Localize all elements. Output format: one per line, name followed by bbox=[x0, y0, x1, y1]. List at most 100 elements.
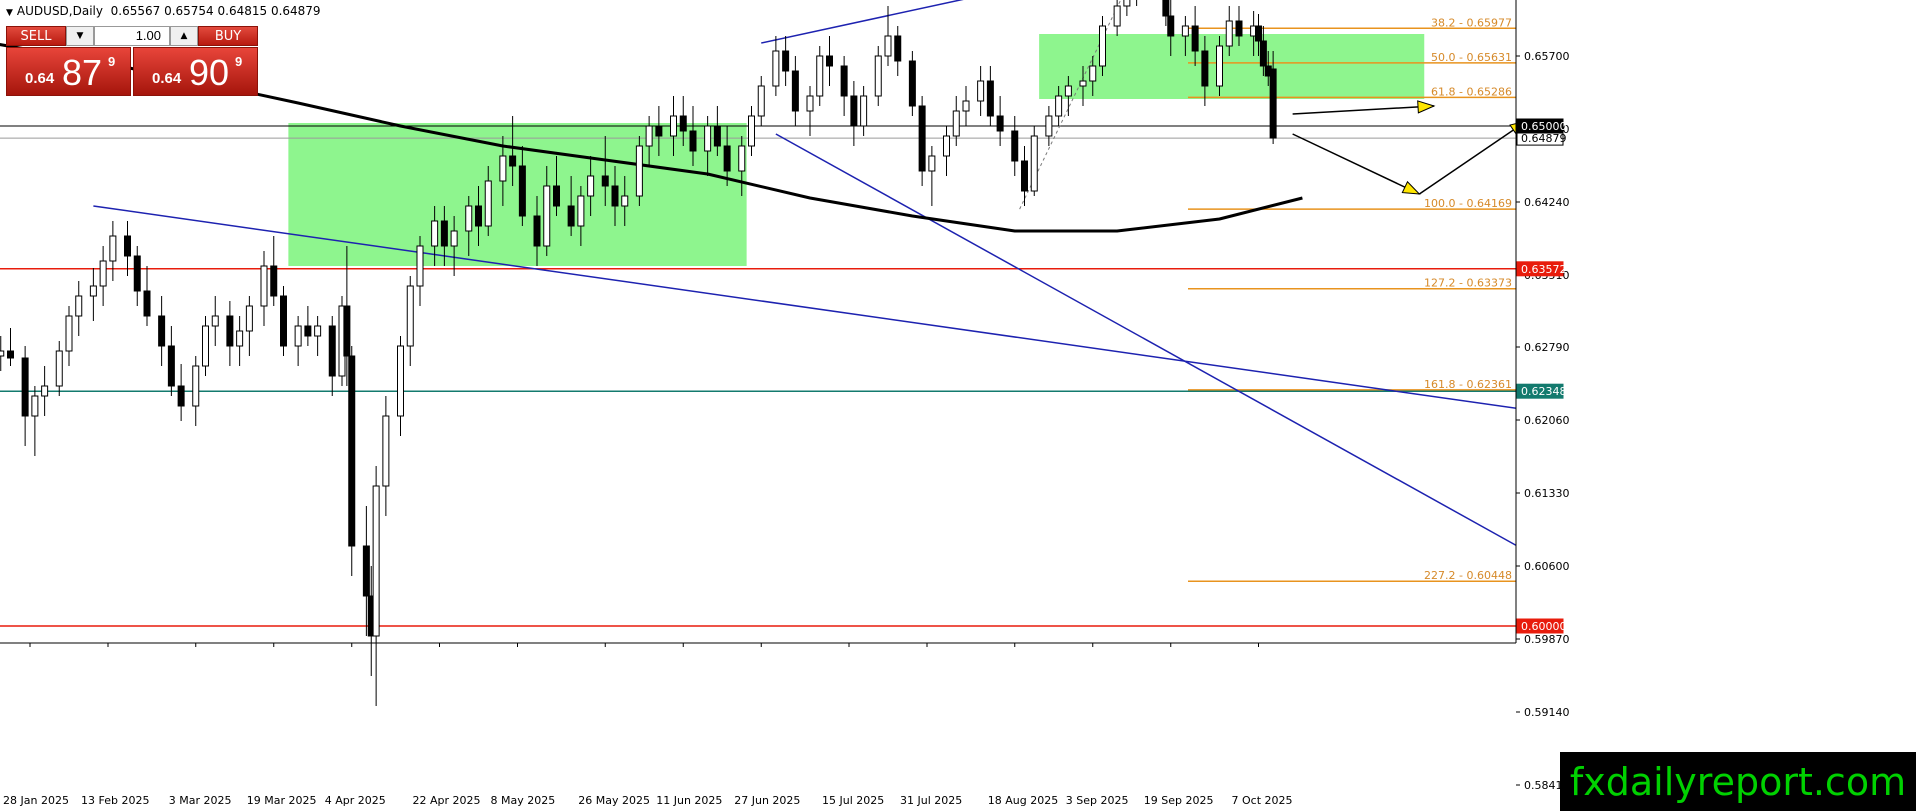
date-tick-label: 19 Sep 2025 bbox=[1144, 794, 1214, 807]
candle-body-bull bbox=[65, 315, 73, 352]
candle-body-bear bbox=[601, 175, 609, 187]
support-zone bbox=[288, 123, 747, 266]
date-tick-label: 18 Aug 2025 bbox=[988, 794, 1058, 807]
candle-body-bull bbox=[1181, 25, 1189, 37]
chart-title: ▼ AUDUSD,Daily 0.65567 0.65754 0.64815 0.… bbox=[6, 4, 321, 18]
candle-body-bull bbox=[294, 325, 302, 347]
price-tick-label: 0.65700 bbox=[1524, 50, 1570, 63]
date-tick-label: 27 Jun 2025 bbox=[734, 794, 800, 807]
candle-body-bear bbox=[908, 60, 916, 107]
price-tick-label: 0.61330 bbox=[1524, 487, 1570, 500]
ask-price-button[interactable]: 0.64 90 9 bbox=[133, 47, 258, 96]
candle-body-bull bbox=[816, 55, 824, 97]
candle-body-bear bbox=[689, 130, 697, 152]
one-click-trading-panel: SELL ▼ 1.00 ▲ BUY 0.64 87 9 0.64 90 9 bbox=[6, 26, 258, 96]
candle-body-bull bbox=[431, 220, 439, 247]
candle-body-bull bbox=[314, 325, 322, 337]
candle-body-bull bbox=[577, 195, 585, 227]
candle-body-bear bbox=[167, 345, 175, 387]
candle-body-bull bbox=[484, 180, 492, 227]
price-tick-label: 0.62060 bbox=[1524, 414, 1570, 427]
bid-price-button[interactable]: 0.64 87 9 bbox=[6, 47, 131, 96]
fib-level-label: 61.8 - 0.65286 bbox=[1431, 85, 1512, 98]
candle-body-bull bbox=[738, 145, 746, 172]
candle bbox=[348, 346, 356, 576]
candle-body-bull bbox=[748, 115, 755, 147]
candle-body-bear bbox=[655, 125, 663, 137]
date-tick-label: 3 Sep 2025 bbox=[1066, 794, 1129, 807]
candle-body-bull bbox=[416, 245, 424, 287]
candle-body-bull bbox=[645, 125, 653, 147]
candle-body-bear bbox=[826, 55, 833, 67]
date-tick-label: 8 May 2025 bbox=[491, 794, 556, 807]
candle-body-bull bbox=[1113, 5, 1121, 27]
candle-body-bear bbox=[21, 357, 29, 417]
sell-button[interactable]: SELL bbox=[6, 26, 66, 46]
fib-level-label: 38.2 - 0.65977 bbox=[1431, 16, 1512, 29]
candle-body-bull bbox=[621, 195, 629, 207]
price-axis-background bbox=[1516, 0, 1916, 811]
symbol-label: AUDUSD,Daily bbox=[16, 4, 103, 18]
candle-body-bull bbox=[211, 315, 219, 327]
triangle-down-icon[interactable]: ▼ bbox=[6, 8, 13, 18]
candle-body-bull bbox=[236, 330, 244, 347]
ohlc-values: 0.65567 0.65754 0.64815 0.64879 bbox=[110, 4, 321, 18]
candle-body-bear bbox=[1269, 68, 1277, 139]
date-tick-label: 28 Jan 2025 bbox=[3, 794, 69, 807]
candle-body-bear bbox=[679, 115, 687, 132]
candle-body-bear bbox=[996, 115, 1004, 132]
candle-body-bear bbox=[343, 305, 351, 357]
price-chart[interactable]: -61.8 - 0.68902-27.2 - 0.678900.0 - 0.67… bbox=[0, 0, 1916, 811]
candle-body-bull bbox=[397, 345, 404, 417]
candle-body-bull bbox=[1045, 115, 1053, 137]
candle-body-bull bbox=[109, 235, 117, 262]
lot-decrease-button[interactable]: ▼ bbox=[66, 26, 94, 46]
candle-body-bear bbox=[226, 315, 234, 347]
candle-body-bull bbox=[860, 95, 868, 127]
candle-body-bull bbox=[0, 350, 5, 357]
candle-body-bull bbox=[406, 285, 414, 347]
candle-body-bear bbox=[1011, 130, 1019, 162]
ask-big: 90 bbox=[189, 52, 230, 93]
candle-body-bear bbox=[611, 185, 619, 207]
bid-big: 87 bbox=[62, 52, 103, 93]
date-tick-label: 31 Jul 2025 bbox=[900, 794, 962, 807]
candle-body-bear bbox=[362, 545, 370, 597]
candle-body-bear bbox=[723, 145, 731, 172]
candle-body-bull bbox=[465, 205, 473, 232]
candle-body-bear bbox=[782, 50, 790, 72]
candle-body-bear bbox=[440, 220, 448, 247]
candle-body-bear bbox=[713, 125, 721, 147]
candle-body-bear bbox=[791, 70, 799, 112]
price-tick-label: 0.64240 bbox=[1524, 196, 1570, 209]
candle-body-bull bbox=[670, 115, 677, 137]
candle-body-bull bbox=[499, 155, 507, 182]
candle-body-bear bbox=[177, 385, 185, 407]
candle-body-bear bbox=[840, 65, 848, 97]
candle-body-bear bbox=[1259, 40, 1267, 67]
date-tick-label: 15 Jul 2025 bbox=[822, 794, 884, 807]
candle-body-bull bbox=[372, 485, 380, 637]
candle-body-bull bbox=[89, 285, 97, 297]
candle-body-bear bbox=[518, 165, 526, 217]
candle-body-bull bbox=[543, 185, 551, 247]
level-price-label: 0.60000 bbox=[1521, 620, 1567, 633]
level-price-label: 0.65000 bbox=[1521, 120, 1567, 133]
candle-body-bear bbox=[986, 80, 994, 117]
candle-body-bull bbox=[75, 295, 83, 317]
price-tick-label: 0.59140 bbox=[1524, 706, 1570, 719]
candle-body-bull bbox=[772, 50, 780, 87]
lot-size-input[interactable]: 1.00 bbox=[94, 26, 170, 46]
candle-body-bear bbox=[509, 155, 517, 167]
candle bbox=[1030, 126, 1038, 196]
candle-body-bull bbox=[1123, 0, 1131, 7]
candle-body-bear bbox=[158, 315, 166, 347]
fib-level-label: 227.2 - 0.60448 bbox=[1424, 569, 1512, 582]
lot-increase-button[interactable]: ▲ bbox=[170, 26, 198, 46]
candle-body-bull bbox=[1216, 45, 1223, 87]
candle-body-bear bbox=[850, 95, 858, 127]
candle-body-bull bbox=[192, 365, 200, 407]
buy-button[interactable]: BUY bbox=[198, 26, 258, 46]
candle bbox=[280, 286, 287, 356]
candle-body-bull bbox=[55, 350, 63, 387]
